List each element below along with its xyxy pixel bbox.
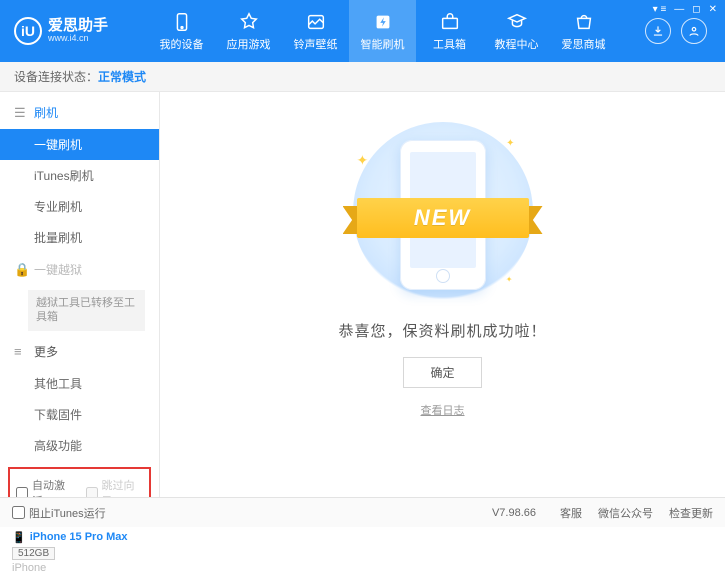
nav-tutorial[interactable]: 教程中心 [483,0,550,62]
sidebar: ☰刷机 一键刷机 iTunes刷机 专业刷机 批量刷机 🔒一键越狱 越狱工具已转… [0,92,160,497]
lock-icon: 🔒 [14,262,28,278]
app-subtitle: www.i4.cn [48,34,108,44]
nav-my-device[interactable]: 我的设备 [148,0,215,62]
sidebar-section-more[interactable]: ≡更多 [0,335,159,368]
sidebar-item-pro-flash[interactable]: 专业刷机 [0,191,159,222]
sidebar-item-other-tools[interactable]: 其他工具 [0,368,159,399]
sparkle-icon: ✦ [357,152,369,169]
checkbox-block-itunes[interactable]: 阻止iTunes运行 [12,505,106,521]
window-controls: ▾ ≡ — ◻ ✕ [653,4,717,15]
ok-button[interactable]: 确定 [403,357,481,388]
close-icon[interactable]: ✕ [709,4,717,15]
minimize-icon[interactable]: — [674,4,684,15]
sidebar-item-download-firmware[interactable]: 下载固件 [0,399,159,430]
sidebar-item-advanced[interactable]: 高级功能 [0,430,159,461]
logo: iU 爱思助手 www.i4.cn [8,17,148,45]
sidebar-item-itunes-flash[interactable]: iTunes刷机 [0,160,159,191]
nav-apps-games[interactable]: 应用游戏 [215,0,282,62]
logo-icon: iU [14,17,42,45]
header-actions [645,18,717,44]
sidebar-item-batch-flash[interactable]: 批量刷机 [0,222,159,253]
main-content: NEW ✦ ✦ ✦ 恭喜您，保资料刷机成功啦！ 确定 查看日志 [160,92,725,497]
link-check-update[interactable]: 检查更新 [669,505,713,521]
new-ribbon: NEW [343,198,543,248]
success-illustration: NEW ✦ ✦ ✦ [353,122,533,302]
list-icon: ☰ [14,105,28,121]
nav-smart-flash[interactable]: 智能刷机 [349,0,416,62]
device-status-bar: 设备连接状态： 正常模式 [0,62,725,92]
version-label: V7.98.66 [492,507,536,519]
status-mode: 正常模式 [98,68,146,85]
user-button[interactable] [681,18,707,44]
app-header: ▾ ≡ — ◻ ✕ iU 爱思助手 www.i4.cn 我的设备 应用游戏 铃声… [0,0,725,62]
phone-icon: 📱 [12,531,26,544]
nav-ringtone-wallpaper[interactable]: 铃声壁纸 [282,0,349,62]
link-wechat[interactable]: 微信公众号 [598,505,653,521]
menu-icon[interactable]: ▾ ≡ [653,4,667,15]
sidebar-section-flash[interactable]: ☰刷机 [0,96,159,129]
device-info: 📱iPhone 15 Pro Max 512GB iPhone [0,525,159,580]
download-button[interactable] [645,18,671,44]
sidebar-item-oneclick-flash[interactable]: 一键刷机 [0,129,159,160]
device-name[interactable]: 📱iPhone 15 Pro Max [12,531,147,544]
top-nav: 我的设备 应用游戏 铃声壁纸 智能刷机 工具箱 教程中心 爱思商城 [148,0,645,62]
nav-store[interactable]: 爱思商城 [550,0,617,62]
link-support[interactable]: 客服 [560,505,582,521]
view-log-link[interactable]: 查看日志 [421,402,465,418]
success-message: 恭喜您，保资料刷机成功啦！ [338,320,546,341]
maximize-icon[interactable]: ◻ [692,4,700,15]
device-platform: iPhone [12,562,147,574]
more-icon: ≡ [14,344,28,359]
device-storage: 512GB [12,547,55,560]
app-title: 爱思助手 [48,18,108,35]
sidebar-section-jailbreak: 🔒一键越狱 [0,253,159,286]
jailbreak-moved-note: 越狱工具已转移至工具箱 [28,290,145,331]
sparkle-icon: ✦ [506,275,513,284]
footer-links: 客服 微信公众号 检查更新 [560,505,713,521]
bottom-bar: 阻止iTunes运行 V7.98.66 客服 微信公众号 检查更新 [0,497,725,527]
sparkle-icon: ✦ [506,138,514,149]
nav-toolbox[interactable]: 工具箱 [416,0,483,62]
status-prefix: 设备连接状态： [14,68,98,85]
